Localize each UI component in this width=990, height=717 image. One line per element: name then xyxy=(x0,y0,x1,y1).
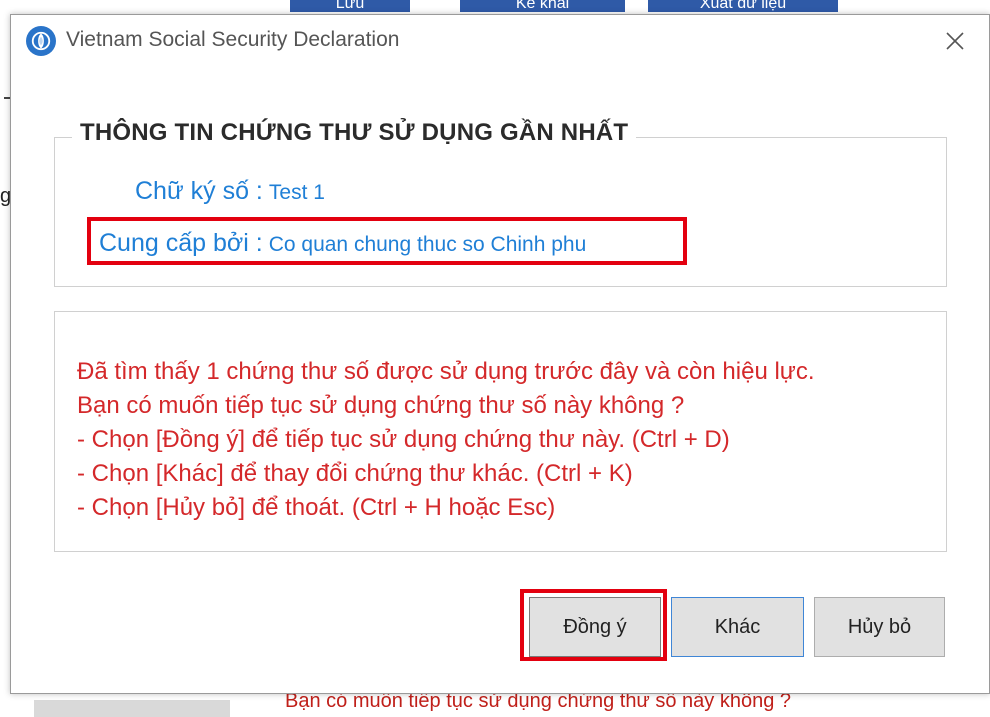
cancel-button[interactable]: Hủy bỏ xyxy=(814,597,945,657)
background-export-button: Xuất dữ liệu xyxy=(648,0,838,12)
signature-row: Chữ ký số : Test 1 xyxy=(135,177,325,206)
dialog-titlebar[interactable]: Vietnam Social Security Declaration xyxy=(11,15,989,65)
message-line: - Chọn [Hủy bỏ] để thoát. (Ctrl + H hoặc… xyxy=(77,494,556,521)
group-title: THÔNG TIN CHỨNG THƯ SỬ DỤNG GẦN NHẤT xyxy=(72,119,637,147)
background-save-button: Lưu xyxy=(290,0,410,12)
provider-highlight-box xyxy=(87,217,687,265)
agree-highlight-box xyxy=(520,589,667,661)
signature-value: Test 1 xyxy=(268,181,325,204)
background-toolbar: Lưu Kê khai Xuất dữ liệu xyxy=(0,0,990,14)
background-declare-button: Kê khai xyxy=(460,0,625,12)
close-button[interactable] xyxy=(933,23,977,59)
message-line: Đã tìm thấy 1 chứng thư số được sử dụng … xyxy=(77,358,815,385)
signature-label: Chữ ký số : xyxy=(135,177,263,205)
background-export-label: Xuất dữ liệu xyxy=(699,0,787,12)
background-bottom-panel xyxy=(34,700,230,717)
message-text: Đã tìm thấy 1 chứng thư số được sử dụng … xyxy=(77,355,815,525)
certificate-dialog: Vietnam Social Security Declaration THÔN… xyxy=(10,14,990,694)
vss-logo-icon xyxy=(26,26,56,56)
other-button[interactable]: Khác xyxy=(671,597,804,657)
background-save-label: Lưu xyxy=(335,0,365,12)
message-line: - Chọn [Đồng ý] để tiếp tục sử dụng chứn… xyxy=(77,426,730,453)
close-icon xyxy=(946,32,964,50)
message-line: - Chọn [Khác] để thay đổi chứng thư khác… xyxy=(77,460,633,487)
background-declare-label: Kê khai xyxy=(515,0,570,12)
message-line: Bạn có muốn tiếp tục sử dụng chứng thư s… xyxy=(77,392,685,419)
dialog-title: Vietnam Social Security Declaration xyxy=(66,28,400,51)
